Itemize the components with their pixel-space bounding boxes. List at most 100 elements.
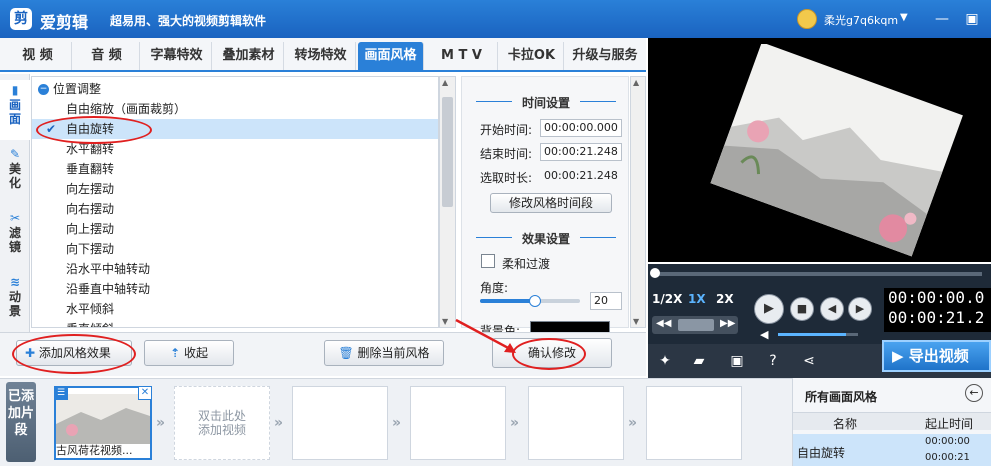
speed-half[interactable]: 1/2X — [652, 292, 682, 306]
clip-sequence-arrow-icon: » — [274, 415, 284, 431]
speed-double[interactable]: 2X — [716, 292, 734, 306]
style-settings-panel: 时间设置 开始时间: 00:00:00.000 结束时间: 00:00:21.2… — [461, 76, 629, 338]
empty-clip-slot[interactable] — [410, 386, 506, 460]
tab-mtv[interactable]: M T V — [426, 42, 498, 70]
user-menu-caret-icon[interactable]: ▼ — [900, 12, 908, 23]
trash-icon: 🗑 — [338, 346, 354, 360]
user-avatar-icon[interactable] — [797, 9, 817, 29]
scroll-up-icon[interactable]: ▲ — [442, 78, 448, 87]
list-item[interactable]: 沿垂直中轴转动 — [32, 279, 438, 299]
empty-clip-slot[interactable]: 双击此处 添加视频 — [174, 386, 270, 460]
tab-video[interactable]: 视 频 — [4, 42, 72, 70]
scroll-down-icon[interactable]: ▼ — [442, 317, 448, 326]
new-project-icon[interactable]: ✦ — [656, 352, 674, 370]
list-item[interactable]: 向下摆动 — [32, 239, 438, 259]
seek-handle[interactable] — [650, 268, 660, 278]
list-item[interactable]: 垂直翻转 — [32, 159, 438, 179]
collapse-up-icon: ⇡ — [170, 346, 181, 360]
jog-wheel[interactable] — [678, 319, 714, 331]
added-clips-label: 已添加片段 — [6, 382, 36, 462]
list-group-header[interactable]: − 位置调整 — [32, 79, 438, 99]
list-item[interactable]: 向左摆动 — [32, 179, 438, 199]
style-row-start: 00:00:00 — [925, 436, 970, 447]
tab-upgrade-service[interactable]: 升级与服务 — [566, 42, 644, 70]
list-item[interactable]: 沿水平中轴转动 — [32, 259, 438, 279]
styles-table-header: 名称 起止时间 — [793, 412, 991, 431]
frame-step-control[interactable]: ◀◀ ▶▶ — [652, 316, 738, 334]
angle-input[interactable]: 20 — [590, 292, 622, 310]
angle-slider-track[interactable] — [480, 295, 580, 307]
app-name: 爱剪辑 — [40, 13, 89, 32]
list-item[interactable]: 垂直倾斜 — [32, 319, 438, 327]
step-back-icon[interactable]: ◀◀ — [656, 318, 671, 329]
list-item[interactable]: 向上摆动 — [32, 219, 438, 239]
seek-track[interactable] — [652, 272, 982, 276]
stop-button[interactable]: ■ — [790, 297, 814, 321]
col-name-header: 名称 — [833, 417, 858, 431]
start-time-field[interactable]: 00:00:00.000 — [540, 119, 622, 137]
effect-list-scrollbar[interactable]: ▲ ▼ — [439, 76, 456, 328]
time-settings-title: 时间设置 — [521, 96, 570, 110]
minimize-icon[interactable]: — — [932, 9, 952, 29]
tab-subtitle-effects[interactable]: 字幕特效 — [142, 42, 212, 70]
maximize-icon[interactable]: ▣ — [962, 9, 982, 29]
nav-picture-label: 画 面 — [8, 98, 21, 126]
prev-button[interactable]: ◀ — [820, 297, 844, 321]
smooth-transition-checkbox[interactable] — [481, 254, 495, 268]
list-item[interactable]: 向右摆动 — [32, 199, 438, 219]
clip-remove-icon[interactable]: ✕ — [138, 386, 152, 400]
open-folder-icon[interactable]: ▰ — [690, 352, 708, 370]
scroll-down-icon[interactable]: ▼ — [633, 317, 639, 326]
scrollbar-thumb[interactable] — [442, 97, 453, 207]
username[interactable]: 柔光g7q6kqm — [824, 12, 898, 28]
clip-sequence-arrow-icon: » — [156, 415, 166, 431]
list-item[interactable]: 水平倾斜 — [32, 299, 438, 319]
nav-picture[interactable]: ▮ 画 面 — [0, 80, 30, 140]
angle-slider-thumb[interactable] — [529, 295, 541, 307]
export-video-button[interactable]: ▶ 导出视频 — [882, 340, 991, 372]
scroll-up-icon[interactable]: ▲ — [633, 78, 639, 87]
collapse-button[interactable]: ⇡ 收起 — [144, 340, 234, 366]
end-time-field[interactable]: 00:00:21.248 — [540, 143, 622, 161]
tab-transition-effects[interactable]: 转场特效 — [286, 42, 356, 70]
step-forward-icon[interactable]: ▶▶ — [720, 318, 735, 329]
end-time-label: 结束时间: — [480, 147, 533, 161]
nav-motion-scene[interactable]: ≋ 动 景 — [0, 272, 30, 332]
clip-thumbnail[interactable]: ☰ ✕ 古风荷花视频... — [54, 386, 152, 460]
tab-overlay-material[interactable]: 叠加素材 — [214, 42, 284, 70]
tab-karaoke[interactable]: 卡拉OK — [500, 42, 564, 70]
help-icon[interactable]: ? — [764, 352, 782, 370]
styles-table-row[interactable]: 自由旋转 00:00:00 00:00:21 — [793, 434, 991, 466]
back-icon[interactable]: ← — [965, 384, 983, 402]
delete-current-style-button[interactable]: 🗑 删除当前风格 — [324, 340, 444, 366]
speed-normal[interactable]: 1X — [688, 292, 706, 306]
tab-audio[interactable]: 音 频 — [74, 42, 140, 70]
clip-info-icon[interactable]: ☰ — [54, 386, 68, 400]
timecode-current: 00:00:00.0 — [888, 288, 985, 307]
nav-filter[interactable]: ✂ 滤 镜 — [0, 208, 30, 268]
volume-icon[interactable]: ◀ — [760, 328, 768, 341]
share-icon[interactable]: ⋖ — [800, 352, 818, 370]
angle-label: 角度: — [480, 281, 509, 295]
app-logo-icon: 剪 — [10, 8, 32, 30]
tab-picture-style[interactable]: 画面风格 — [358, 42, 424, 70]
nav-beautify[interactable]: ✎ 美 化 — [0, 144, 30, 204]
empty-clip-slot[interactable] — [292, 386, 388, 460]
empty-clip-slot[interactable] — [646, 386, 742, 460]
seek-bar[interactable] — [648, 264, 991, 284]
collapse-minus-icon[interactable]: − — [38, 84, 49, 95]
empty-clip-slot[interactable] — [528, 386, 624, 460]
clip-sequence-arrow-icon: » — [510, 415, 520, 431]
style-row-name: 自由旋转 — [797, 446, 846, 460]
volume-fill — [778, 333, 846, 336]
next-button[interactable]: ▶ — [848, 297, 872, 321]
play-button[interactable]: ▶ — [754, 294, 784, 324]
settings-scrollbar[interactable]: ▲ ▼ — [630, 76, 646, 328]
volume-slider[interactable] — [778, 333, 858, 336]
modify-style-time-button[interactable]: 修改风格时间段 — [490, 193, 612, 213]
rotated-ink-painting-frame — [710, 44, 963, 257]
annotation-ellipse — [36, 116, 152, 144]
save-icon[interactable]: ▣ — [728, 352, 746, 370]
divider — [580, 237, 616, 238]
export-video-label: 导出视频 — [908, 347, 969, 365]
